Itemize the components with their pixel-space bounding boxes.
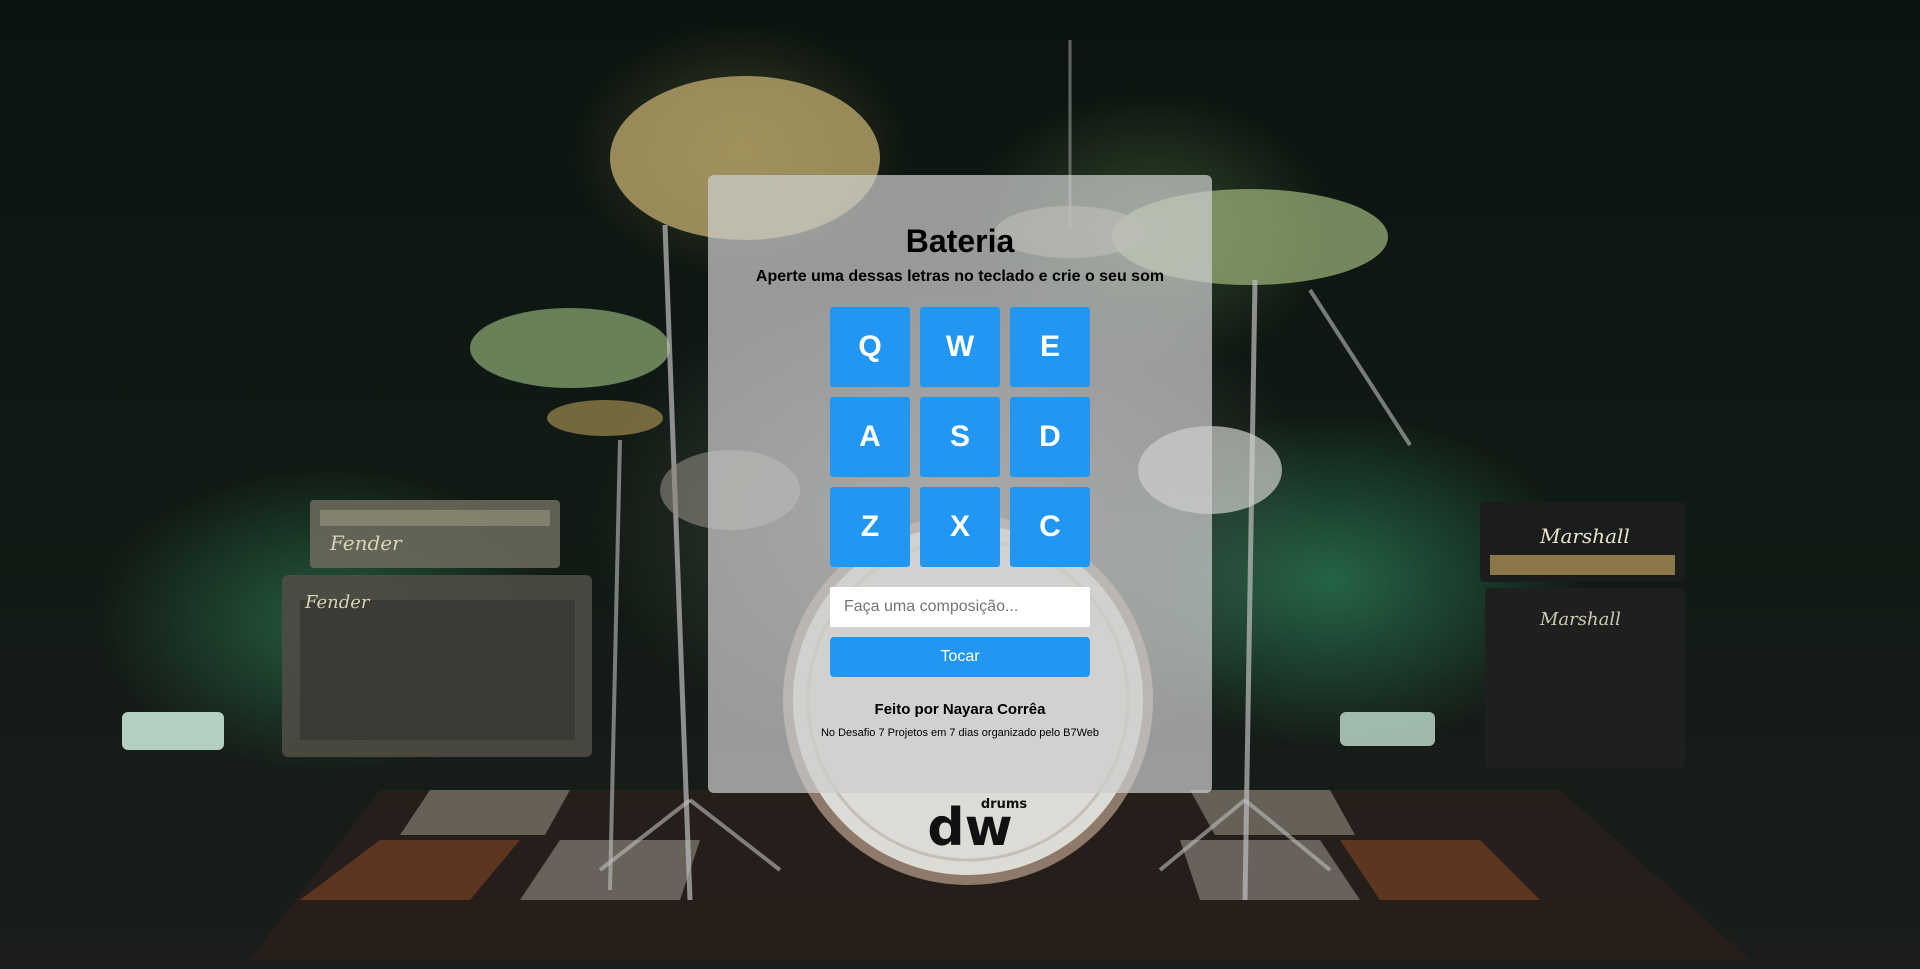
stage-light-right [1340, 712, 1435, 746]
key-q[interactable]: Q [830, 307, 910, 387]
page-title: Bateria [905, 223, 1015, 259]
svg-text:drums: drums [981, 797, 1028, 812]
drum-logo-text: dw [927, 798, 1012, 858]
amp-cabinet-left [282, 575, 592, 757]
key-a[interactable]: A [830, 397, 910, 477]
amp-head-left [310, 500, 560, 568]
key-w[interactable]: W [920, 307, 1000, 387]
svg-text:Fender: Fender [304, 592, 371, 613]
svg-text:Fender: Fender [329, 531, 403, 555]
cymbal-left [470, 308, 670, 388]
amp-cabinet-right [1485, 588, 1685, 768]
drum-panel: Bateria Aperte uma dessas letras no tecl… [708, 175, 1212, 793]
credit-text: Feito por Nayara Corrêa [874, 701, 1046, 718]
rug-shape [250, 790, 1750, 960]
key-s[interactable]: S [920, 397, 1000, 477]
composition-input[interactable] [830, 587, 1090, 627]
amp-head-right [1480, 502, 1685, 582]
key-c[interactable]: C [1010, 487, 1090, 567]
challenge-note: No Desafio 7 Projetos em 7 dias organiza… [820, 727, 1099, 739]
stage-light-left [122, 712, 224, 750]
keys-grid: Q W E A S D Z X C [830, 307, 1092, 567]
svg-text:Marshall: Marshall [1539, 609, 1621, 630]
play-button[interactable]: Tocar [830, 637, 1090, 677]
key-d[interactable]: D [1010, 397, 1090, 477]
key-z[interactable]: Z [830, 487, 910, 567]
svg-text:Marshall: Marshall [1539, 524, 1630, 548]
key-x[interactable]: X [920, 487, 1000, 567]
page-subtitle: Aperte uma dessas letras no teclado e cr… [755, 268, 1165, 285]
key-e[interactable]: E [1010, 307, 1090, 387]
